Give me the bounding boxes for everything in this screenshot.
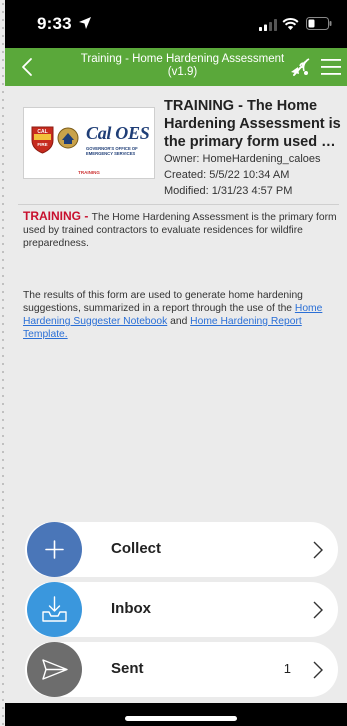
sent-count-badge: 1 bbox=[283, 661, 291, 676]
hamburger-menu-icon[interactable] bbox=[321, 58, 341, 76]
collect-label: Collect bbox=[111, 540, 162, 557]
form-created: Created: 5/5/22 10:34 AM bbox=[164, 169, 290, 181]
sent-button[interactable]: Sent 1 bbox=[25, 642, 338, 697]
divider bbox=[18, 204, 339, 205]
chevron-right-icon bbox=[313, 601, 323, 619]
description-training-lead: TRAINING - bbox=[23, 209, 92, 223]
battery-icon bbox=[306, 17, 332, 30]
inbox-label: Inbox bbox=[111, 600, 151, 617]
sent-circle bbox=[27, 642, 82, 697]
left-edge-dots bbox=[0, 0, 4, 726]
chevron-right-icon bbox=[313, 661, 323, 679]
bottom-bar bbox=[5, 703, 347, 726]
chevron-right-icon bbox=[313, 541, 323, 559]
form-title: TRAINING - The Home Hardening Assessment… bbox=[164, 97, 342, 151]
sent-label: Sent bbox=[111, 660, 144, 677]
collect-button[interactable]: Collect bbox=[25, 522, 338, 577]
header-title: Training - Home Hardening Assessment (v1… bbox=[80, 53, 285, 79]
form-description: TRAINING - The Home Hardening Assessment… bbox=[23, 210, 341, 250]
phone-screen: 9:33 Training - Home Hardening Assessmen… bbox=[5, 0, 347, 726]
inbox-button[interactable]: Inbox bbox=[25, 582, 338, 637]
form-description-results: The results of this form are used to gen… bbox=[23, 289, 345, 341]
header-title-line1: Training - Home Hardening Assessment bbox=[80, 53, 285, 65]
oes-seal-icon bbox=[57, 127, 79, 149]
send-icon bbox=[42, 659, 68, 680]
back-chevron-icon[interactable] bbox=[19, 56, 35, 78]
form-thumbnail: CAL FIRE Cal OES GOVERNOR'S OFFICE OF EM… bbox=[23, 107, 155, 179]
cal-oes-logo-subtitle: GOVERNOR'S OFFICE OF EMERGENCY SERVICES bbox=[86, 146, 138, 156]
form-title-line2: Hardening Assessment is bbox=[164, 116, 341, 132]
results-text-part2: and bbox=[167, 316, 191, 327]
location-arrow-icon bbox=[79, 17, 91, 29]
cal-fire-badge-icon: CAL FIRE bbox=[31, 126, 54, 154]
status-bar: 9:33 bbox=[5, 0, 347, 48]
results-text-part1: The results of this form are used to gen… bbox=[23, 290, 303, 314]
inbox-icon bbox=[42, 596, 67, 622]
plus-icon bbox=[45, 540, 64, 559]
satellite-signal-icon[interactable] bbox=[287, 55, 311, 79]
header-title-line2: (v1.9) bbox=[167, 66, 198, 78]
svg-text:FIRE: FIRE bbox=[37, 142, 47, 147]
cal-oes-logo-text: Cal OES bbox=[86, 123, 150, 143]
form-title-line3: the primary form used b... bbox=[164, 134, 342, 150]
cellular-signal-icon bbox=[259, 19, 277, 31]
app-header: Training - Home Hardening Assessment (v1… bbox=[5, 48, 347, 86]
form-owner: Owner: HomeHardening_caloes bbox=[164, 153, 321, 165]
form-title-line1: TRAINING - The Home bbox=[164, 98, 318, 114]
wifi-icon bbox=[282, 18, 299, 30]
svg-text:CAL: CAL bbox=[37, 129, 47, 135]
form-modified: Modified: 1/31/23 4:57 PM bbox=[164, 185, 293, 197]
home-indicator[interactable] bbox=[125, 716, 237, 721]
status-time: 9:33 bbox=[37, 14, 72, 33]
thumbnail-training-label: TRAINING bbox=[78, 170, 100, 175]
inbox-circle bbox=[27, 582, 82, 637]
collect-circle bbox=[27, 522, 82, 577]
